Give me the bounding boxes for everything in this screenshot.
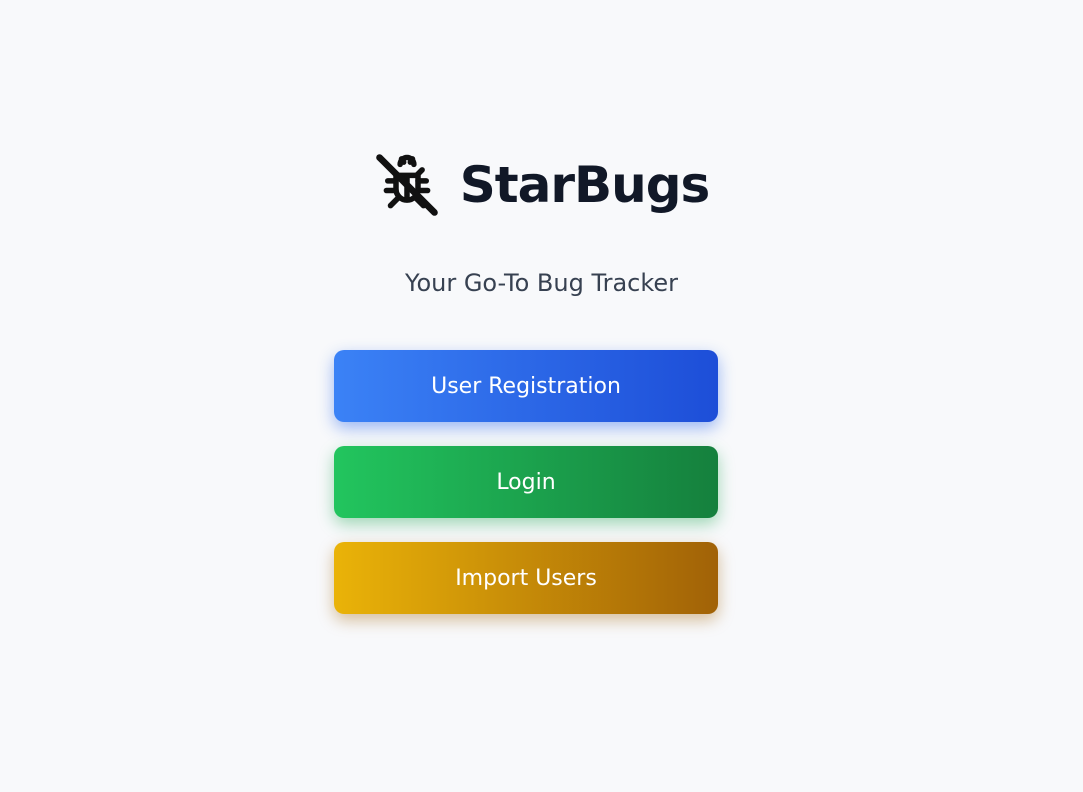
- brand-header: StarBugs: [0, 152, 1083, 218]
- login-button[interactable]: Login: [334, 446, 718, 518]
- user-registration-button[interactable]: User Registration: [334, 350, 718, 422]
- login-label: Login: [496, 469, 556, 495]
- bug-off-icon: [375, 154, 438, 216]
- import-users-label: Import Users: [455, 565, 597, 591]
- tagline: Your Go-To Bug Tracker: [404, 269, 679, 297]
- user-registration-label: User Registration: [431, 373, 621, 399]
- import-users-button[interactable]: Import Users: [334, 542, 718, 614]
- app-title: StarBugs: [459, 156, 711, 214]
- landing-page: StarBugs Your Go-To Bug Tracker User Reg…: [0, 0, 1083, 792]
